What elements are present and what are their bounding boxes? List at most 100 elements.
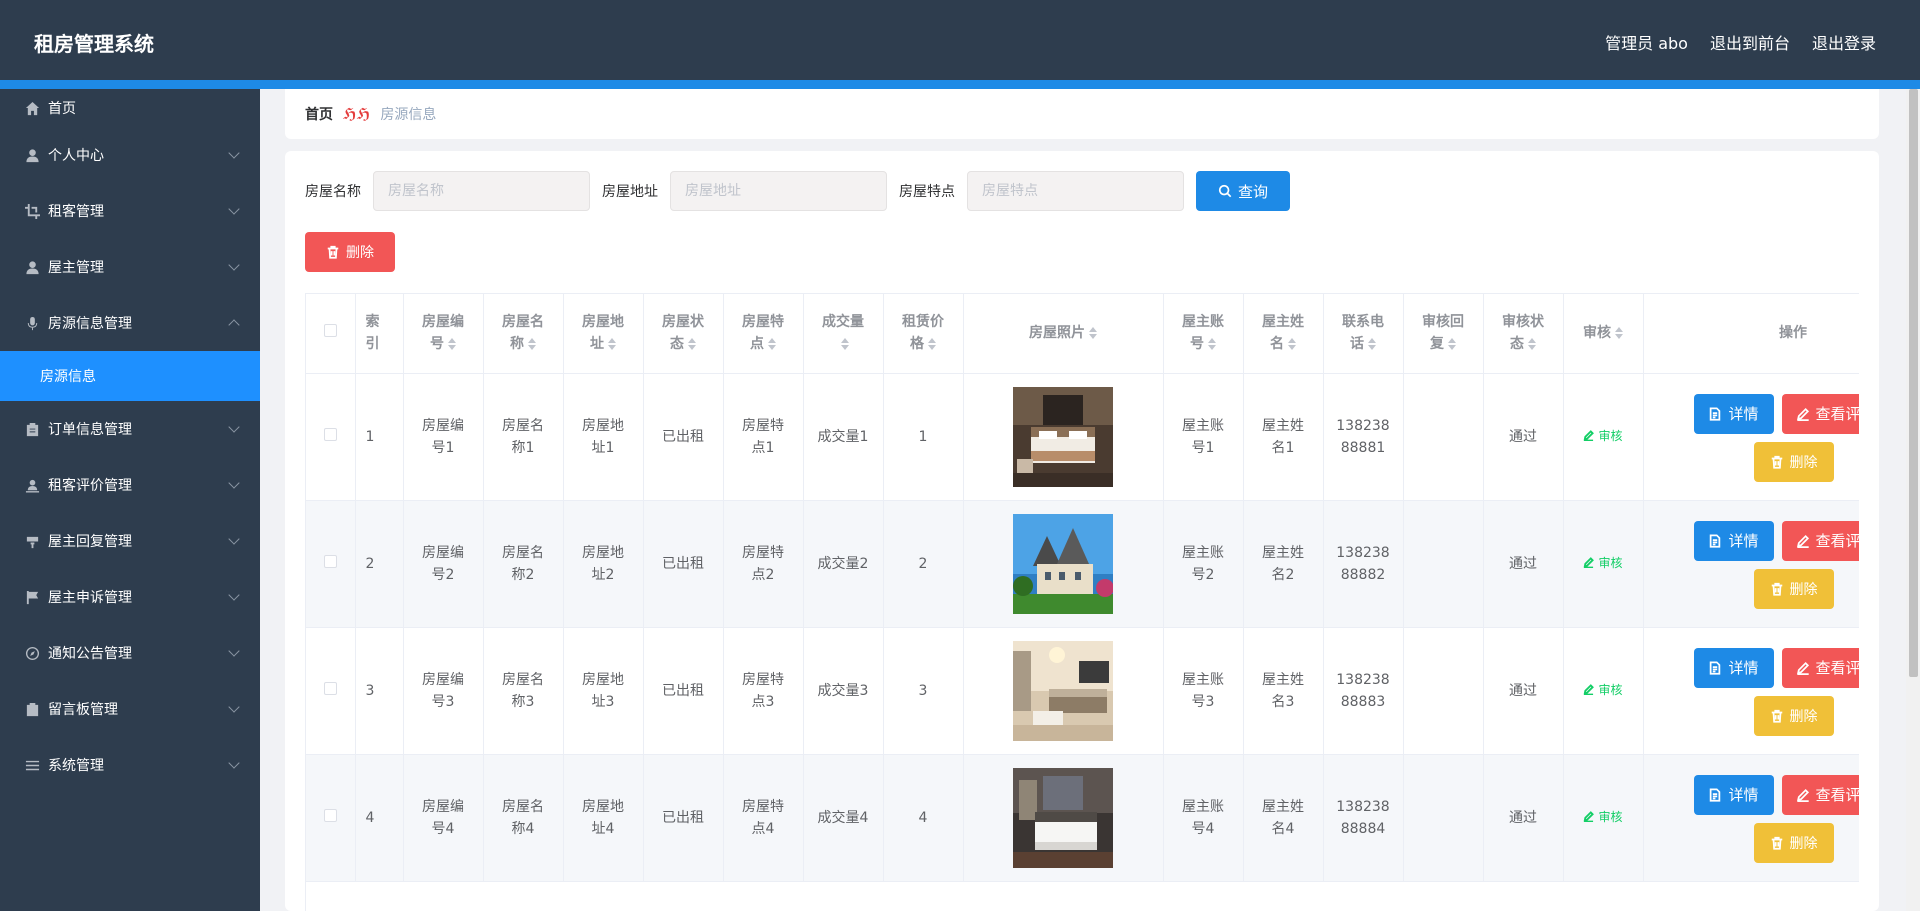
- scrollbar-thumb[interactable]: [1909, 89, 1918, 677]
- house-address-input[interactable]: [670, 171, 887, 211]
- col-header-photo[interactable]: 房屋照片: [963, 294, 1164, 374]
- col-header-owner-account[interactable]: 屋主账号: [1163, 294, 1244, 374]
- col-header-index: 索引: [355, 294, 404, 374]
- sidebar-item-label: 租客管理: [48, 204, 104, 220]
- sort-icon[interactable]: [448, 338, 456, 351]
- cell-status: 已出租: [643, 754, 724, 882]
- sidebar-item-appeal-management[interactable]: 屋主申诉管理: [0, 569, 260, 625]
- sidebar-item-label: 租客评价管理: [48, 478, 132, 494]
- row-delete-button[interactable]: 删除: [1753, 441, 1834, 482]
- sidebar-item-review-management[interactable]: 租客评价管理: [0, 457, 260, 513]
- exit-to-front-link[interactable]: 退出到前台: [1710, 30, 1790, 54]
- detail-button[interactable]: 详情: [1693, 520, 1774, 561]
- sort-icon[interactable]: [1089, 327, 1097, 340]
- sort-icon[interactable]: [688, 338, 696, 351]
- select-all-checkbox[interactable]: [323, 324, 337, 338]
- cell-owner-account: 屋主账 号2: [1163, 500, 1244, 628]
- house-photo[interactable]: [1013, 386, 1113, 487]
- sidebar-item-listing-management[interactable]: 房源信息管理: [0, 295, 260, 351]
- document-icon: [1710, 660, 1721, 675]
- sort-icon[interactable]: [1208, 338, 1216, 351]
- cell-address: 房屋地 址3: [563, 627, 644, 755]
- row-delete-button[interactable]: 删除: [1753, 568, 1834, 609]
- row-checkbox[interactable]: [323, 681, 337, 695]
- sidebar-subitem-listing-info[interactable]: 房源信息: [0, 351, 260, 401]
- cell-feature: 房屋特 点4: [723, 754, 804, 882]
- col-header-feature[interactable]: 房屋特点: [723, 294, 804, 374]
- edit-icon: [1796, 534, 1809, 548]
- batch-delete-button[interactable]: 删除: [305, 232, 395, 272]
- cell-index: 4: [355, 754, 404, 882]
- detail-button[interactable]: 详情: [1693, 393, 1774, 434]
- col-header-code[interactable]: 房屋编号: [403, 294, 484, 374]
- col-header-price[interactable]: 租赁价格: [883, 294, 964, 374]
- col-header-status[interactable]: 房屋状态: [643, 294, 724, 374]
- row-checkbox[interactable]: [323, 808, 337, 822]
- house-feature-input[interactable]: [967, 171, 1184, 211]
- chevron-down-icon: [228, 533, 240, 545]
- house-name-input[interactable]: [373, 171, 590, 211]
- col-header-audit[interactable]: 审核: [1563, 294, 1644, 374]
- col-header-audit-status[interactable]: 审核状态: [1483, 294, 1564, 374]
- sort-icon[interactable]: [608, 338, 616, 351]
- breadcrumb-home[interactable]: 首页: [305, 104, 333, 124]
- detail-button[interactable]: 详情: [1693, 774, 1774, 815]
- listing-table: 索引 房屋编号 房屋名称 房屋地址 房屋状态 房屋特点 成交量 租赁价格 房屋照…: [305, 293, 1859, 911]
- app-title: 租房管理系统: [34, 32, 154, 56]
- logout-link[interactable]: 退出登录: [1812, 30, 1876, 54]
- view-review-button[interactable]: 查看评: [1781, 774, 1859, 815]
- sidebar-item-personal-center[interactable]: 个人中心: [0, 127, 260, 183]
- sidebar-item-owner-management[interactable]: 屋主管理: [0, 239, 260, 295]
- sidebar-item-tenant-management[interactable]: 租客管理: [0, 183, 260, 239]
- sort-icon[interactable]: [768, 338, 776, 351]
- cell-status: 已出租: [643, 627, 724, 755]
- house-photo[interactable]: [1013, 767, 1113, 868]
- sidebar-item-home[interactable]: 首页: [0, 89, 260, 127]
- sort-icon[interactable]: [528, 338, 536, 351]
- col-header-address[interactable]: 房屋地址: [563, 294, 644, 374]
- sort-icon[interactable]: [1448, 338, 1456, 351]
- col-header-deals[interactable]: 成交量: [803, 294, 884, 374]
- audit-link[interactable]: 审核: [1583, 679, 1623, 701]
- col-header-owner-name[interactable]: 屋主姓名: [1243, 294, 1324, 374]
- col-header-name[interactable]: 房屋名称: [483, 294, 564, 374]
- sort-icon[interactable]: [1288, 338, 1296, 351]
- row-select-cell: [306, 500, 356, 628]
- view-review-button[interactable]: 查看评: [1781, 647, 1859, 688]
- audit-link[interactable]: 审核: [1583, 552, 1623, 574]
- sidebar-item-order-management[interactable]: 订单信息管理: [0, 401, 260, 457]
- audit-link[interactable]: 审核: [1583, 806, 1623, 828]
- chevron-down-icon: [228, 645, 240, 657]
- select-all-cell: [306, 294, 356, 374]
- row-checkbox[interactable]: [323, 554, 337, 568]
- detail-button[interactable]: 详情: [1693, 647, 1774, 688]
- sidebar-item-reply-management[interactable]: 屋主回复管理: [0, 513, 260, 569]
- sort-icon[interactable]: [1528, 338, 1536, 351]
- row-delete-button[interactable]: 删除: [1753, 695, 1834, 736]
- cell-phone: 138238 88881: [1323, 373, 1404, 501]
- cell-price: 3: [883, 627, 964, 755]
- house-photo[interactable]: [1013, 513, 1113, 614]
- house-photo[interactable]: [1013, 640, 1113, 741]
- audit-link[interactable]: 审核: [1583, 425, 1623, 447]
- page-scrollbar[interactable]: [1906, 89, 1920, 911]
- admin-label: 管理员 abo: [1605, 34, 1688, 53]
- cell-address: 房屋地 址4: [563, 754, 644, 882]
- table-header-row: 索引 房屋编号 房屋名称 房屋地址 房屋状态 房屋特点 成交量 租赁价格 房屋照…: [306, 294, 1859, 374]
- col-header-audit-reply[interactable]: 审核回复: [1403, 294, 1484, 374]
- sort-icon[interactable]: [1368, 338, 1376, 351]
- sidebar-item-notice-management[interactable]: 通知公告管理: [0, 625, 260, 681]
- sidebar-item-system-management[interactable]: 系统管理: [0, 737, 260, 793]
- sort-icon[interactable]: [928, 338, 936, 351]
- sidebar-item-message-board[interactable]: 留言板管理: [0, 681, 260, 737]
- sort-icon[interactable]: [841, 338, 849, 351]
- chevron-down-icon: [228, 147, 240, 159]
- view-review-button[interactable]: 查看评: [1781, 520, 1859, 561]
- trash-icon: [1771, 455, 1782, 469]
- sort-icon[interactable]: [1615, 327, 1623, 340]
- row-delete-button[interactable]: 删除: [1753, 822, 1834, 863]
- view-review-button[interactable]: 查看评: [1781, 393, 1859, 434]
- col-header-phone[interactable]: 联系电话: [1323, 294, 1404, 374]
- query-button[interactable]: 查询: [1196, 171, 1290, 211]
- row-checkbox[interactable]: [323, 427, 337, 441]
